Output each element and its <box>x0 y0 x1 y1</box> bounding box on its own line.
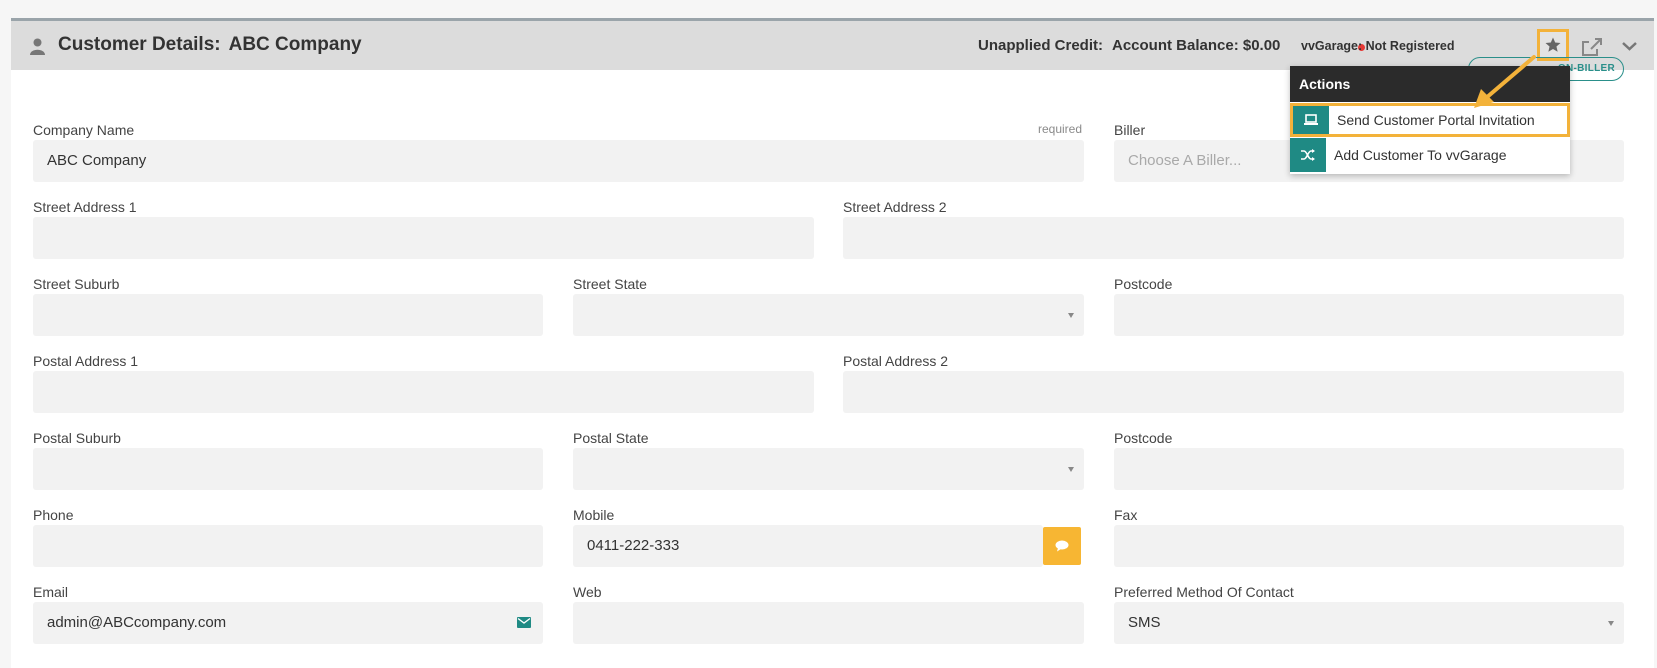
street-address-1-label: Street Address 1 <box>33 199 137 215</box>
mobile-label: Mobile <box>573 507 615 523</box>
send-sms-button[interactable] <box>1043 527 1081 565</box>
postal-suburb-input[interactable] <box>33 448 543 490</box>
shuffle-icon-box <box>1290 138 1326 172</box>
required-tag: required <box>1038 122 1083 136</box>
street-suburb-input[interactable] <box>33 294 543 336</box>
add-to-vvgarage-item[interactable]: Add Customer To vvGarage <box>1290 138 1570 172</box>
laptop-icon-box <box>1293 106 1329 134</box>
biller-label: Biller <box>1114 122 1146 138</box>
street-suburb-label: Street Suburb <box>33 276 120 292</box>
postal-postcode-input[interactable] <box>1114 448 1624 490</box>
preferred-contact-caret-icon <box>1608 621 1614 626</box>
company-name-input[interactable]: ABC Company <box>33 140 1084 182</box>
postal-state-label: Postal State <box>573 430 649 446</box>
laptop-icon <box>1304 114 1318 125</box>
web-label: Web <box>573 584 602 600</box>
account-balance: Account Balance: $0.00 <box>1112 37 1281 54</box>
company-name-label: Company Name <box>33 122 135 138</box>
street-state-select[interactable] <box>573 294 1084 336</box>
postal-address-1-label: Postal Address 1 <box>33 353 139 369</box>
street-address-2-input[interactable] <box>843 217 1624 259</box>
actions-dropdown-title: Actions <box>1290 66 1570 102</box>
street-address-1-input[interactable] <box>33 217 814 259</box>
shuffle-icon <box>1301 149 1315 161</box>
street-postcode-label: Postcode <box>1114 276 1173 292</box>
person-icon <box>30 38 45 55</box>
send-portal-invitation-label: Send Customer Portal Invitation <box>1337 112 1535 128</box>
panel-header: Customer Details: ABC Company Unapplied C… <box>11 21 1654 70</box>
street-address-2-label: Street Address 2 <box>843 199 947 215</box>
title-prefix: Customer Details: <box>58 34 221 55</box>
unapplied-credit: Unapplied Credit: <box>978 37 1104 54</box>
mobile-input[interactable]: 0411-222-333 <box>573 525 1043 567</box>
preferred-contact-label: Preferred Method Of Contact <box>1114 584 1294 600</box>
chat-bubble-icon <box>1055 540 1069 552</box>
phone-label: Phone <box>33 507 74 523</box>
external-link-icon[interactable] <box>1581 38 1602 57</box>
postal-address-2-input[interactable] <box>843 371 1624 413</box>
postal-state-select[interactable] <box>573 448 1084 490</box>
phone-input[interactable] <box>33 525 543 567</box>
postal-postcode-label: Postcode <box>1114 430 1173 446</box>
street-state-caret-icon <box>1068 313 1074 318</box>
postal-address-1-input[interactable] <box>33 371 814 413</box>
email-input[interactable]: admin@ABCcompany.com <box>33 602 543 644</box>
street-state-label: Street State <box>573 276 647 292</box>
envelope-icon[interactable] <box>517 617 531 628</box>
actions-dropdown: Actions Send Customer Portal Invitation … <box>1290 66 1570 174</box>
street-postcode-input[interactable] <box>1114 294 1624 336</box>
postal-address-2-label: Postal Address 2 <box>843 353 949 369</box>
email-label: Email <box>33 584 69 600</box>
postal-suburb-label: Postal Suburb <box>33 430 121 446</box>
fax-label: Fax <box>1114 507 1138 523</box>
web-input[interactable] <box>573 602 1084 644</box>
chevron-down-icon[interactable] <box>1622 41 1637 51</box>
fax-input[interactable] <box>1114 525 1624 567</box>
add-to-vvgarage-label: Add Customer To vvGarage <box>1334 147 1507 163</box>
page-title: Customer Details: ABC Company <box>58 34 362 56</box>
company-title: ABC Company <box>228 34 362 55</box>
vvgarage-status: vvGarage: Not Registered <box>1301 39 1455 53</box>
postal-state-caret-icon <box>1068 467 1074 472</box>
preferred-contact-select[interactable]: SMS <box>1114 602 1624 644</box>
star-icon <box>1545 37 1561 52</box>
send-portal-invitation-item[interactable]: Send Customer Portal Invitation <box>1290 103 1570 137</box>
